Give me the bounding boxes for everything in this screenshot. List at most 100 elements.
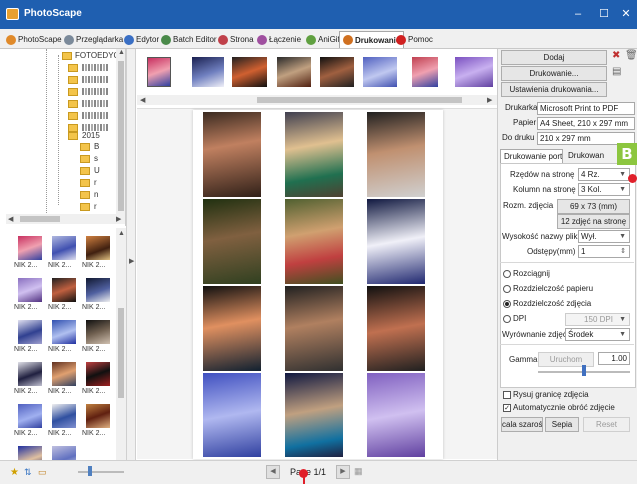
next-page-button[interactable]: ▶ [336, 465, 350, 479]
photo-thumbnail[interactable] [18, 446, 42, 460]
photo-thumbnail[interactable] [18, 404, 42, 428]
strip-photo[interactable] [277, 57, 311, 87]
photo-thumbnail[interactable] [18, 236, 42, 260]
folder-icon[interactable]: ▭ [38, 467, 47, 478]
zoom-slider-handle[interactable] [88, 466, 92, 476]
tree-item[interactable] [82, 64, 108, 71]
tree-item[interactable]: B [94, 142, 99, 151]
printer-list-icon[interactable]: ▤ [612, 66, 621, 77]
strip-photo[interactable] [455, 57, 493, 87]
photo-thumbnail[interactable] [86, 320, 110, 344]
strip-photo[interactable] [147, 57, 171, 87]
grayscale-button[interactable]: cala szarość [501, 417, 543, 432]
selected-photos-strip[interactable]: ◀ ▶ [137, 49, 497, 109]
tree-item[interactable] [82, 124, 108, 131]
close-button[interactable]: ✕ [612, 5, 637, 23]
tree-item[interactable] [82, 112, 108, 119]
auto-rotate-checkbox[interactable]: ✓ [503, 404, 511, 412]
photo-thumbnail[interactable] [18, 278, 42, 302]
print-preview-page[interactable] [193, 110, 443, 459]
tree-horizontal-scrollbar[interactable]: ◀ ▶ [6, 214, 125, 224]
photo-thumbnail[interactable] [52, 446, 76, 460]
scroll-left-icon[interactable]: ◀ [8, 215, 13, 223]
folder-tree[interactable]: FOTOEDYC 2015 B s U r n r ▲ ◀ ▶ [6, 49, 126, 226]
scroll-up-icon[interactable]: ▲ [118, 230, 125, 237]
tab-help[interactable]: Pomoc [396, 32, 433, 47]
dpi-select[interactable]: 150 DPI ▼ [565, 313, 630, 326]
paper-resolution-radio[interactable] [503, 285, 511, 293]
zoom-slider[interactable] [78, 471, 124, 473]
scrollbar-thumb[interactable] [257, 97, 462, 103]
tree-vertical-scrollbar[interactable]: ▲ [116, 49, 125, 214]
tab-combine[interactable]: Łączenie [257, 32, 301, 47]
tab-print[interactable]: Drukowanie [339, 31, 405, 48]
alignment-select[interactable]: Środek ▼ [565, 328, 630, 341]
minimize-button[interactable]: – [564, 5, 592, 23]
scrollbar-thumb[interactable] [118, 308, 124, 398]
tab-anigif[interactable]: AniGif [306, 32, 340, 47]
trash-icon[interactable]: 🗑 [625, 50, 637, 61]
filename-height-select[interactable]: Wył. ▼ [578, 230, 630, 243]
tree-item[interactable]: n [94, 190, 98, 199]
scroll-up-icon[interactable]: ▲ [118, 49, 125, 56]
photo-thumbnail[interactable] [86, 278, 110, 302]
gamma-value-field[interactable]: 1.00 [598, 352, 630, 365]
photo-resolution-radio[interactable] [503, 300, 511, 308]
add-button[interactable]: Dodaj [501, 50, 607, 65]
scroll-right-icon[interactable]: ▶ [116, 215, 121, 223]
tree-item-root[interactable]: FOTOEDYC [75, 51, 119, 60]
tab-page[interactable]: Strona [218, 32, 254, 47]
photo-thumbnail[interactable] [18, 362, 42, 386]
photo-thumbnail[interactable] [86, 404, 110, 428]
scrollbar-thumb[interactable] [20, 216, 60, 222]
strip-photo[interactable] [412, 57, 438, 87]
star-icon[interactable]: ★ [10, 467, 19, 478]
stretch-radio[interactable] [503, 270, 511, 278]
tree-item[interactable]: U [94, 166, 100, 175]
photo-thumbnail[interactable] [52, 320, 76, 344]
photos-per-page-button[interactable]: 12 zdjęć na stronę [557, 214, 630, 229]
photo-thumbnail[interactable] [86, 236, 110, 260]
spacing-stepper[interactable]: 1 ⇕ [578, 245, 630, 258]
tree-item[interactable] [82, 76, 108, 83]
photo-thumbnail[interactable] [52, 404, 76, 428]
strip-photo[interactable] [320, 57, 354, 87]
print-settings-button[interactable]: Ustawienia drukowania... [501, 82, 607, 97]
tree-item[interactable]: r [94, 178, 97, 187]
photo-thumbnail[interactable] [52, 236, 76, 260]
grid-icon[interactable]: ▦ [354, 466, 363, 477]
sepia-button[interactable]: Sepia [545, 417, 579, 432]
tree-item[interactable] [82, 88, 108, 95]
photo-size-button[interactable]: 69 x 73 (mm) [557, 199, 630, 214]
gamma-slider-handle[interactable] [582, 365, 586, 376]
dpi-radio[interactable] [503, 315, 511, 323]
scroll-right-icon[interactable]: ▶ [487, 96, 492, 104]
strip-scrollbar[interactable]: ◀ ▶ [137, 95, 497, 105]
stepper-icon[interactable]: ⇕ [620, 246, 626, 257]
tab-viewer[interactable]: Przeglądarka [64, 32, 123, 47]
draw-border-checkbox[interactable] [503, 391, 511, 399]
photo-thumbnail[interactable] [86, 362, 110, 386]
rows-select[interactable]: 4 Rz. ▼ [578, 168, 630, 181]
columns-select[interactable]: 3 Kol. ▼ [578, 183, 630, 196]
strip-photo[interactable] [192, 57, 224, 87]
arrows-icon[interactable]: ⇅ [24, 467, 32, 478]
strip-photo[interactable] [363, 57, 397, 87]
tree-item[interactable]: r [94, 202, 97, 211]
tab-batch-editor[interactable]: Batch Editor [161, 32, 217, 47]
strip-photo[interactable] [232, 57, 267, 87]
tree-item[interactable] [82, 100, 108, 107]
photo-thumbnail[interactable] [52, 278, 76, 302]
tree-item-year[interactable]: 2015 [82, 131, 100, 140]
reset-button[interactable]: Reset [583, 417, 630, 432]
scrollbar-thumb[interactable] [118, 61, 124, 211]
thumbnail-scrollbar[interactable]: ▲ [116, 228, 126, 460]
print-button[interactable]: Drukowanie... [501, 66, 607, 81]
prev-page-button[interactable]: ◀ [266, 465, 280, 479]
photo-thumbnail[interactable] [52, 362, 76, 386]
photo-thumbnail[interactable] [18, 320, 42, 344]
tab-other-print[interactable]: Drukowan [565, 149, 615, 163]
remove-icon[interactable]: ✖ [612, 50, 620, 61]
panel-splitter[interactable]: ▶ [126, 49, 136, 460]
tree-item[interactable]: s [94, 154, 98, 163]
